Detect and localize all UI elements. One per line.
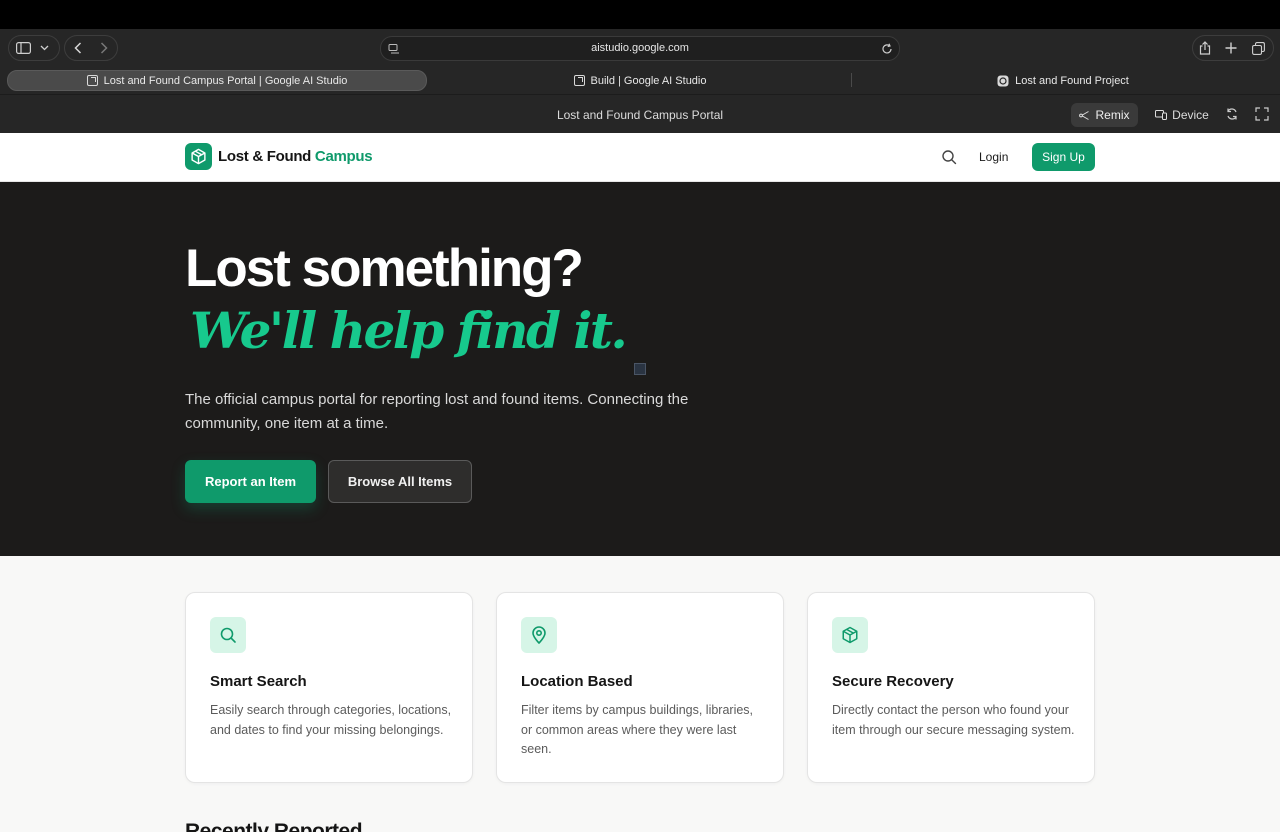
feature-card-location-based: Location Based Filter items by campus bu… xyxy=(496,592,784,783)
feature-icon-box xyxy=(521,617,557,653)
device-icon xyxy=(1155,110,1168,120)
feature-description: Filter items by campus buildings, librar… xyxy=(521,703,754,756)
address-bar[interactable]: aistudio.google.com xyxy=(380,36,900,61)
recently-reported-heading: Recently Reported xyxy=(185,820,363,832)
features-section: Smart Search Easily search through categ… xyxy=(0,556,1280,832)
url-text: aistudio.google.com xyxy=(591,42,689,54)
feature-title: Location Based xyxy=(521,673,633,690)
feature-description: Easily search through categories, locati… xyxy=(210,703,452,737)
remix-button[interactable]: Remix xyxy=(1071,103,1138,127)
fullscreen-icon[interactable] xyxy=(1255,107,1269,121)
hero-headline: Lost something? xyxy=(185,239,584,298)
tab-separator xyxy=(851,73,852,87)
hero-subheadline: We'll help find it. xyxy=(190,301,628,360)
feature-icon-box xyxy=(832,617,868,653)
studio-header: Lost and Found Campus Portal Remix Devic… xyxy=(0,94,1280,133)
ai-studio-favicon-icon xyxy=(573,75,585,86)
browser-tab-bar: Lost and Found Campus Portal | Google AI… xyxy=(0,67,1280,94)
screen: aistudio.google.com Lost and Found Campu… xyxy=(0,0,1280,832)
logo-accent: Campus xyxy=(314,148,373,165)
feature-icon-box xyxy=(210,617,246,653)
remix-icon xyxy=(1079,110,1090,120)
login-link[interactable]: Login xyxy=(979,150,1008,164)
remix-label: Remix xyxy=(1095,108,1130,122)
logo-text[interactable]: Lost & Found Campus xyxy=(218,148,373,165)
report-item-button[interactable]: Report an Item xyxy=(185,460,316,503)
system-top-bar xyxy=(0,0,1280,29)
map-pin-icon xyxy=(532,626,546,644)
back-icon[interactable] xyxy=(68,37,88,59)
hero-placeholder-marker xyxy=(634,363,646,375)
logo-mark[interactable] xyxy=(185,143,212,170)
browser-toolbar: aistudio.google.com xyxy=(0,29,1280,67)
feature-card-smart-search: Smart Search Easily search through categ… xyxy=(185,592,473,783)
tab-build[interactable]: Build | Google AI Studio xyxy=(430,70,850,91)
feature-description: Directly contact the person who found yo… xyxy=(832,703,1075,737)
search-icon[interactable] xyxy=(941,149,957,165)
tab-label: Lost and Found Project xyxy=(1015,74,1129,87)
tab-overview-icon[interactable] xyxy=(1249,37,1267,59)
feature-title: Secure Recovery xyxy=(832,673,954,690)
ai-studio-favicon-icon xyxy=(86,75,98,86)
refresh-preview-icon[interactable] xyxy=(1225,107,1239,121)
hero-description: The official campus portal for reporting… xyxy=(185,391,689,432)
app-navbar: Lost & Found Campus Login Sign Up xyxy=(0,133,1280,182)
sidebar-icon[interactable] xyxy=(13,37,33,59)
package-icon xyxy=(842,626,858,644)
openai-favicon-icon xyxy=(997,75,1009,86)
logo-main: Lost & Found xyxy=(218,148,312,165)
new-tab-icon[interactable] xyxy=(1222,37,1240,59)
browse-items-button[interactable]: Browse All Items xyxy=(328,460,472,503)
tab-label: Build | Google AI Studio xyxy=(590,74,707,87)
device-label: Device xyxy=(1172,108,1209,122)
forward-icon[interactable] xyxy=(94,37,114,59)
search-icon xyxy=(220,627,236,643)
reload-icon[interactable] xyxy=(881,43,893,55)
share-icon[interactable] xyxy=(1196,37,1214,59)
tab-lost-and-found-project[interactable]: Lost and Found Project xyxy=(853,70,1273,91)
package-icon xyxy=(191,148,206,165)
hero-section: Lost something? We'll help find it. The … xyxy=(0,182,1280,556)
feature-card-secure-recovery: Secure Recovery Directly contact the per… xyxy=(807,592,1095,783)
device-button[interactable]: Device xyxy=(1152,103,1212,127)
feature-title: Smart Search xyxy=(210,673,307,690)
signup-button[interactable]: Sign Up xyxy=(1032,143,1095,171)
tab-lost-and-found-portal[interactable]: Lost and Found Campus Portal | Google AI… xyxy=(7,70,427,91)
chevron-down-icon[interactable] xyxy=(36,37,52,59)
tab-label: Lost and Found Campus Portal | Google AI… xyxy=(103,74,348,87)
